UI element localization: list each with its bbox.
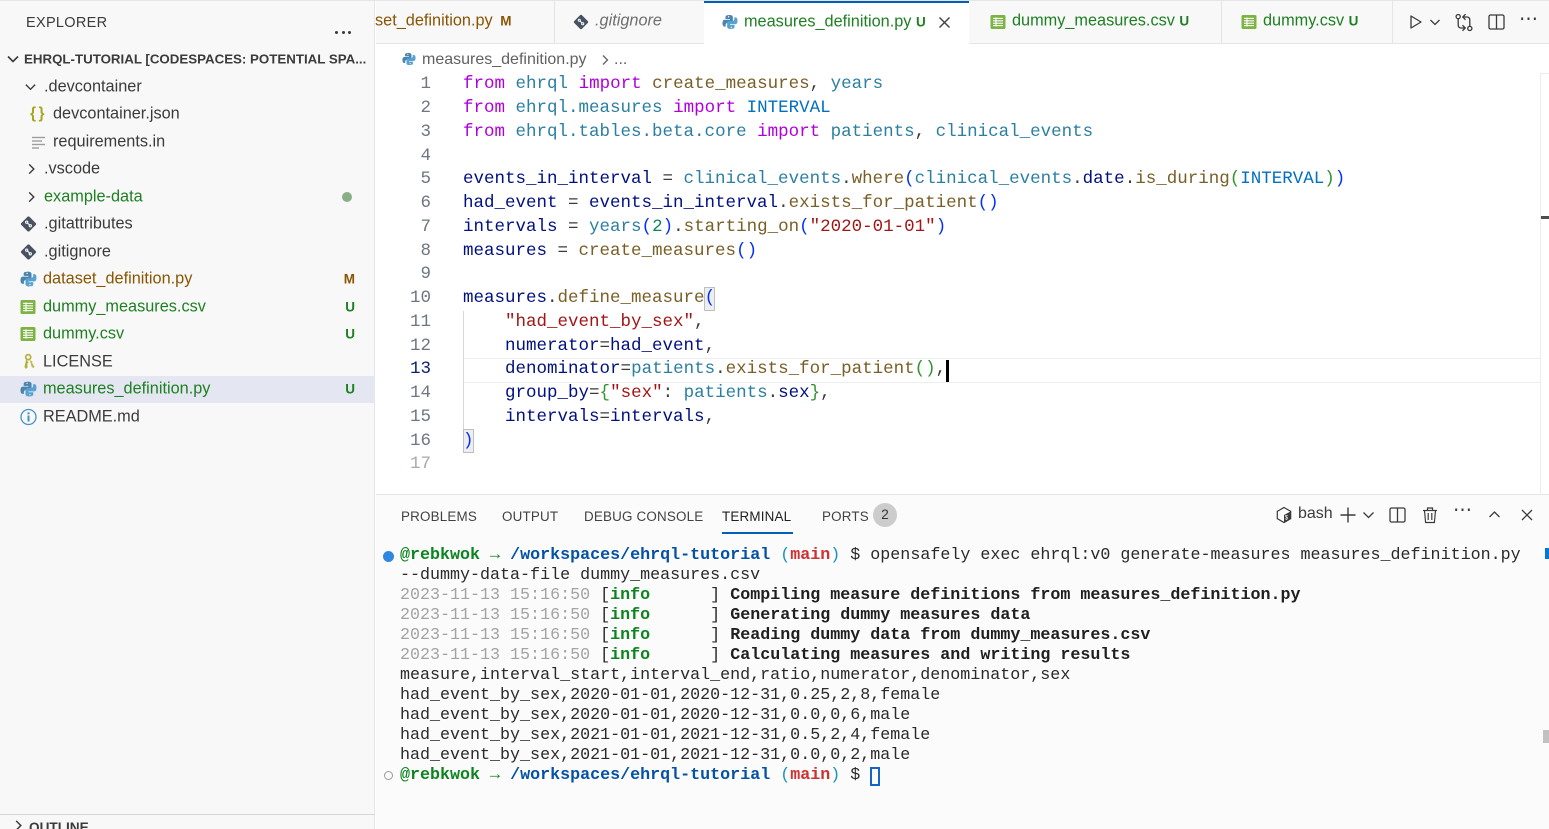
svg-text:$: $ [1285, 514, 1289, 521]
